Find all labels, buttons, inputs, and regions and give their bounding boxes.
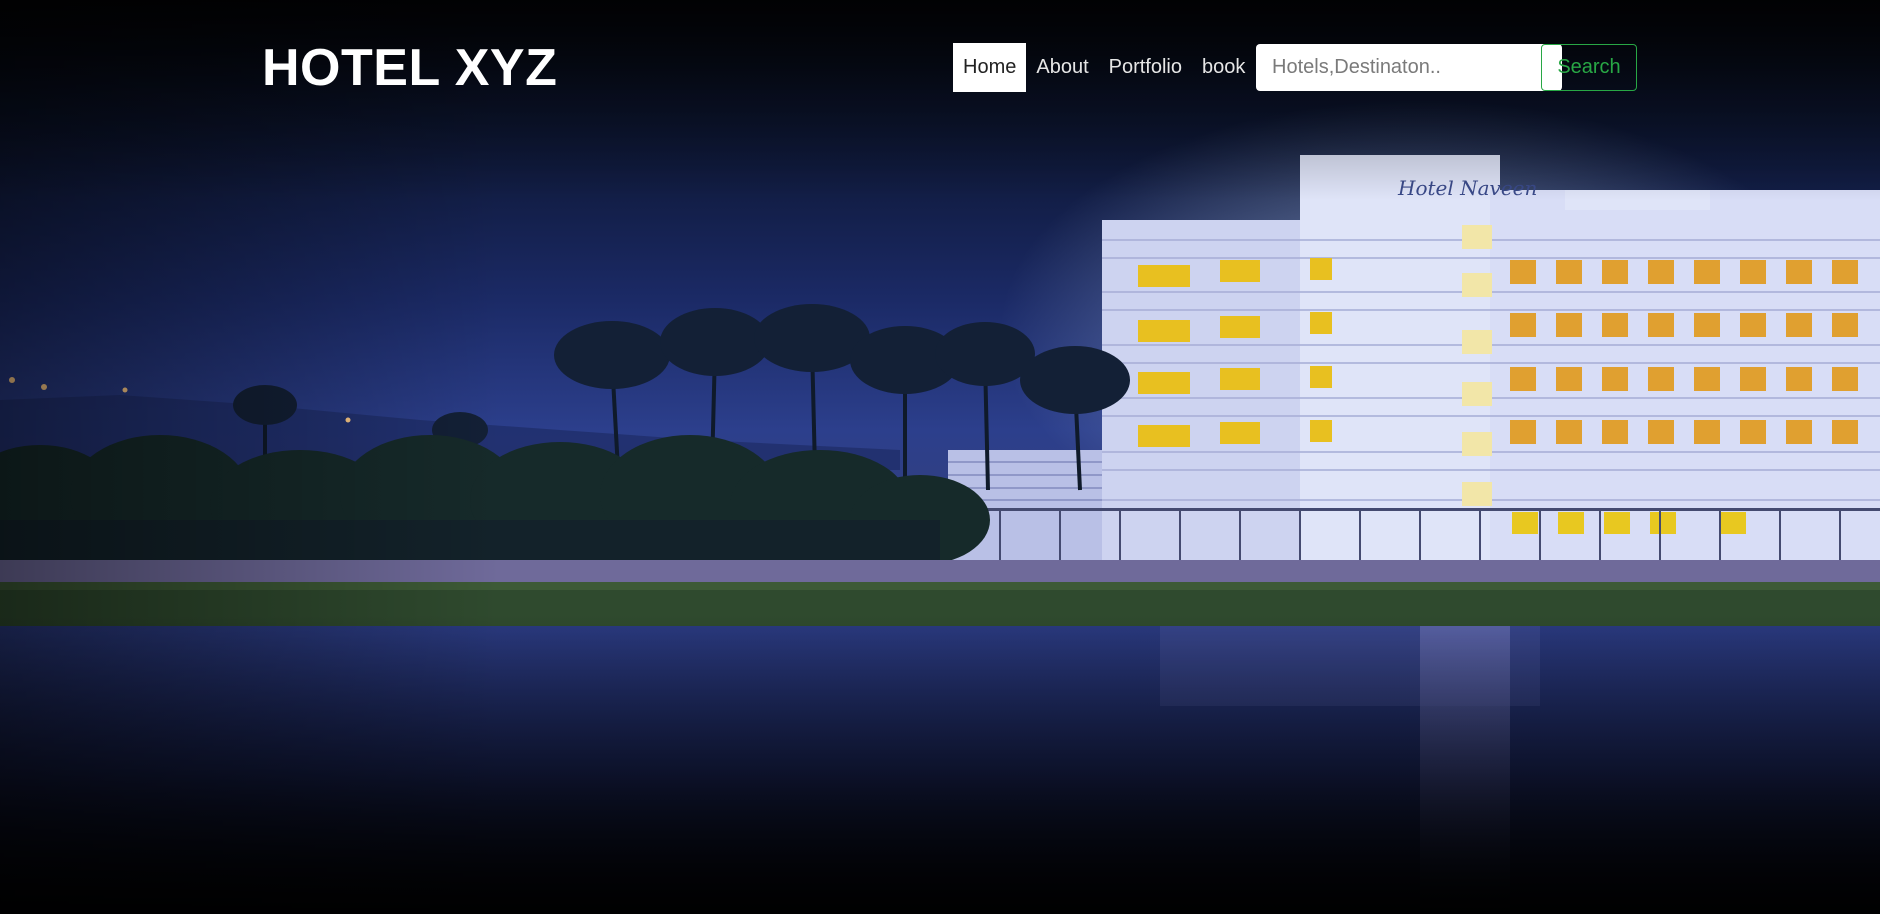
hotel-sign-text: Hotel Naveen [1397, 176, 1537, 200]
nav-link-about[interactable]: About [1026, 43, 1098, 92]
nav-link-book[interactable]: book [1192, 43, 1255, 92]
search-input[interactable] [1256, 44, 1562, 91]
hotel-night-scene: Hotel Naveen [0, 100, 1880, 914]
search-button[interactable]: Search [1541, 44, 1637, 91]
nav-link-portfolio[interactable]: Portfolio [1099, 43, 1192, 92]
hero-background-image: Hotel Naveen [0, 0, 1880, 914]
nav-link-home[interactable]: Home [953, 43, 1027, 92]
main-nav: Home About Portfolio book [953, 43, 1255, 92]
brand-title[interactable]: HOTEL XYZ [262, 38, 557, 98]
